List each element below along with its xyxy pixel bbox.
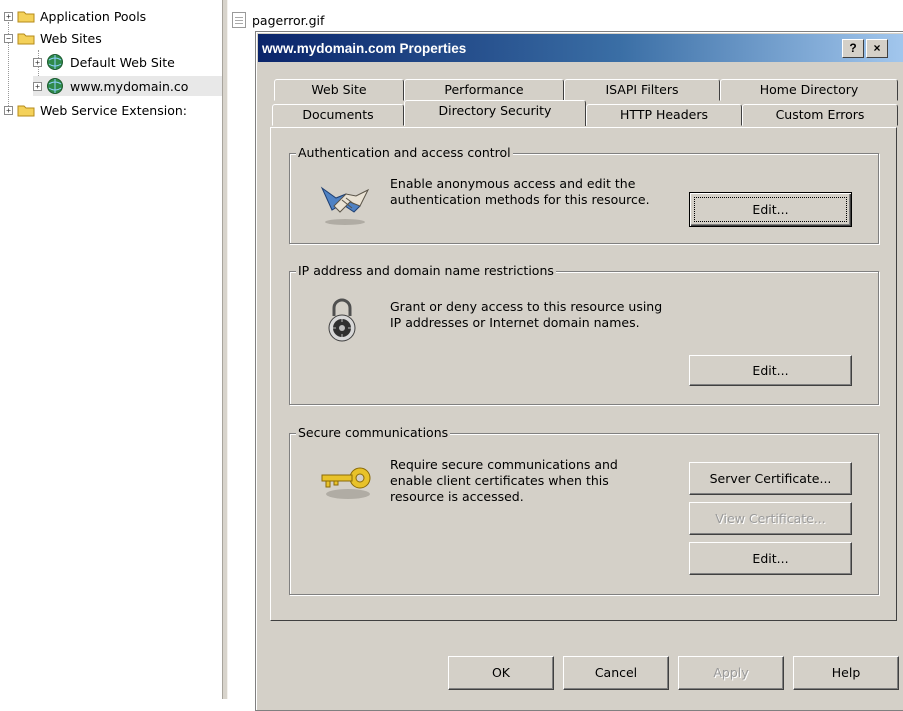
tree-item-label: Web Sites xyxy=(40,30,102,46)
server-certificate-button[interactable]: Server Certificate... xyxy=(689,462,852,495)
collapse-icon[interactable]: − xyxy=(4,33,13,43)
tree-pane: + Application Pools − Web Sites + Defaul… xyxy=(0,0,222,699)
auth-edit-button[interactable]: Edit... xyxy=(689,192,852,227)
expand-icon[interactable]: + xyxy=(4,105,13,115)
tree-item-mydomain[interactable]: + www.mydomain.co xyxy=(33,76,222,96)
secure-group-legend: Secure communications xyxy=(296,425,451,440)
file-item[interactable]: pagerror.gif xyxy=(232,10,324,30)
tree-item-web-service-extensions[interactable]: + Web Service Extension: xyxy=(4,100,187,120)
file-item-label: pagerror.gif xyxy=(252,12,325,28)
focus-rect xyxy=(694,197,847,222)
expand-icon[interactable]: + xyxy=(33,81,42,91)
help-title-button[interactable]: ? xyxy=(842,39,864,58)
tab-directory-security[interactable]: Directory Security xyxy=(404,100,586,126)
tree-item-label: www.mydomain.co xyxy=(70,78,189,94)
key-icon xyxy=(318,464,376,507)
auth-description: Enable anonymous access and edit the aut… xyxy=(390,176,650,207)
expand-icon[interactable]: + xyxy=(33,57,42,67)
tree-item-label: Default Web Site xyxy=(70,54,175,70)
folder-icon xyxy=(17,9,35,23)
handshake-icon xyxy=(318,178,372,231)
tree-item-label: Web Service Extension: xyxy=(40,102,187,118)
apply-button: Apply xyxy=(678,656,784,690)
help-button[interactable]: Help xyxy=(793,656,899,690)
tab-performance[interactable]: Performance xyxy=(404,79,564,101)
ip-edit-button[interactable]: Edit... xyxy=(689,355,852,386)
folder-icon xyxy=(17,103,35,117)
globe-icon xyxy=(46,53,64,71)
padlock-icon xyxy=(326,296,358,349)
globe-icon xyxy=(46,77,64,95)
ip-group-legend: IP address and domain name restrictions xyxy=(296,263,556,278)
tab-isapi-filters[interactable]: ISAPI Filters xyxy=(564,79,720,101)
tab-custom-errors[interactable]: Custom Errors xyxy=(742,104,898,126)
dialog-titlebar[interactable]: www.mydomain.com Properties ? × xyxy=(258,34,903,62)
tab-http-headers[interactable]: HTTP Headers xyxy=(586,104,742,126)
ip-description: Grant or deny access to this resource us… xyxy=(390,299,663,330)
dialog-title: www.mydomain.com Properties xyxy=(262,40,467,56)
cancel-button[interactable]: Cancel xyxy=(563,656,669,690)
secure-description: Require secure communications and enable… xyxy=(390,457,618,504)
folder-open-icon xyxy=(17,31,35,45)
tab-documents[interactable]: Documents xyxy=(272,104,404,126)
tab-web-site[interactable]: Web Site xyxy=(274,79,404,101)
tree-item-application-pools[interactable]: + Application Pools xyxy=(4,6,146,26)
ok-button[interactable]: OK xyxy=(448,656,554,690)
file-icon xyxy=(232,12,246,28)
view-certificate-button: View Certificate... xyxy=(689,502,852,535)
secure-edit-button[interactable]: Edit... xyxy=(689,542,852,575)
tab-home-directory[interactable]: Home Directory xyxy=(720,79,898,101)
expand-icon[interactable]: + xyxy=(4,11,13,21)
auth-group-legend: Authentication and access control xyxy=(296,145,513,160)
tree-item-label: Application Pools xyxy=(40,8,147,24)
close-title-button[interactable]: × xyxy=(866,39,888,58)
tree-item-default-web-site[interactable]: + Default Web Site xyxy=(33,52,175,72)
tree-item-web-sites[interactable]: − Web Sites xyxy=(4,28,102,48)
